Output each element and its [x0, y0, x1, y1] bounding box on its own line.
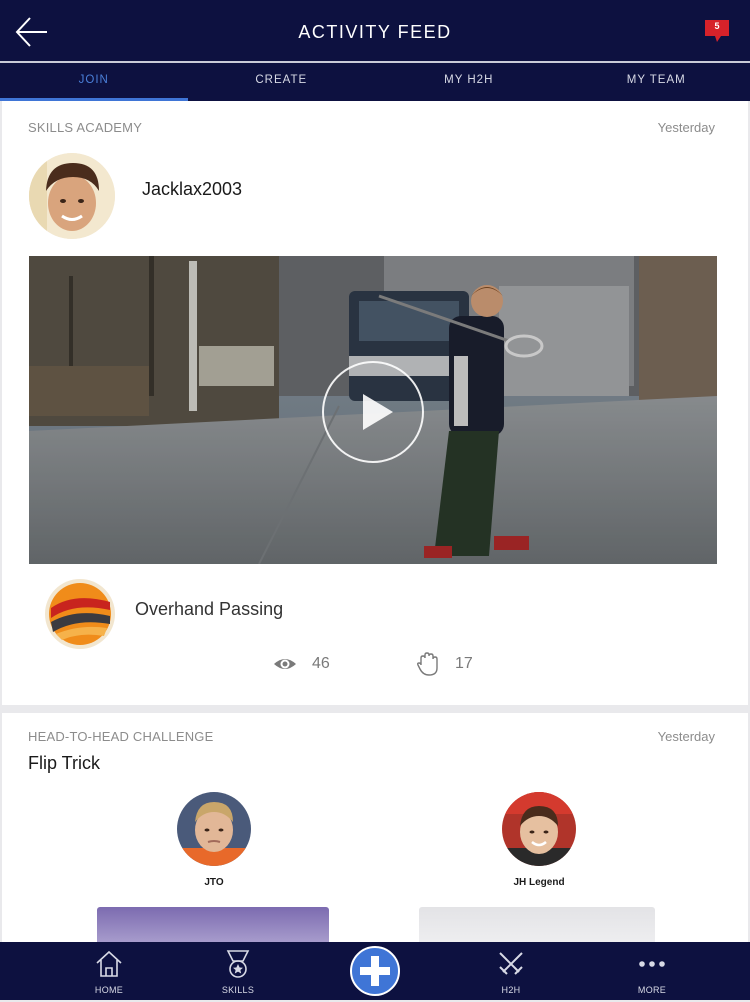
username[interactable]: Jacklax2003	[142, 179, 242, 200]
card-timestamp: Yesterday	[658, 729, 715, 744]
nav-skills[interactable]: SKILLS	[198, 942, 278, 1000]
feed-card-skills[interactable]: SKILLS ACADEMY Yesterday Jacklax2003	[2, 101, 748, 705]
tab-create[interactable]: CREATE	[188, 63, 376, 101]
raised-hand-icon[interactable]	[415, 651, 441, 677]
tab-label: JOIN	[79, 74, 109, 86]
card-category: HEAD-TO-HEAD CHALLENGE	[28, 729, 213, 744]
tab-my-team[interactable]: MY TEAM	[563, 63, 750, 101]
views-count: 46	[312, 655, 330, 673]
user-avatar[interactable]	[29, 153, 115, 239]
competitor-name: JTO	[154, 877, 274, 888]
skills-academy-logo-icon	[44, 578, 116, 650]
card-timestamp: Yesterday	[658, 120, 715, 135]
notification-badge-count: 5	[703, 21, 731, 31]
home-icon	[93, 948, 125, 980]
nav-label: H2H	[471, 985, 551, 995]
medal-icon	[222, 948, 254, 980]
tab-bar: JOIN CREATE MY H2H MY TEAM	[0, 63, 750, 101]
bottom-nav: HOME SKILLS H2H	[0, 942, 750, 1000]
competitor-name: JH Legend	[479, 877, 599, 888]
tab-join[interactable]: JOIN	[0, 63, 188, 101]
tab-label: MY TEAM	[627, 74, 686, 86]
nav-h2h[interactable]: H2H	[471, 942, 551, 1000]
eye-icon	[272, 651, 298, 677]
drill-name[interactable]: Overhand Passing	[135, 599, 283, 620]
nav-label: SKILLS	[198, 985, 278, 995]
more-dots-icon	[636, 948, 668, 980]
competitor-avatar[interactable]	[502, 792, 576, 866]
tab-my-h2h[interactable]: MY H2H	[375, 63, 563, 101]
hands-count: 17	[455, 655, 473, 673]
notification-button[interactable]: 5	[703, 18, 731, 44]
card-category: SKILLS ACADEMY	[28, 120, 142, 135]
video-player[interactable]	[29, 256, 717, 564]
tab-label: CREATE	[255, 74, 307, 86]
page-title: ACTIVITY FEED	[0, 22, 750, 43]
nav-more[interactable]: MORE	[612, 942, 692, 1000]
play-icon[interactable]	[321, 360, 425, 464]
challenge-title[interactable]: Flip Trick	[28, 753, 100, 774]
feed-card-h2h[interactable]: HEAD-TO-HEAD CHALLENGE Yesterday Flip Tr…	[2, 713, 748, 953]
nav-label: HOME	[69, 985, 149, 995]
top-bar: ACTIVITY FEED 5	[0, 0, 750, 62]
nav-home[interactable]: HOME	[69, 942, 149, 1000]
nav-label: MORE	[612, 985, 692, 995]
plus-icon	[349, 945, 401, 997]
crossed-swords-icon	[495, 948, 527, 980]
competitor-avatar[interactable]	[177, 792, 251, 866]
tab-label: MY H2H	[444, 74, 493, 86]
add-button[interactable]	[349, 945, 401, 997]
